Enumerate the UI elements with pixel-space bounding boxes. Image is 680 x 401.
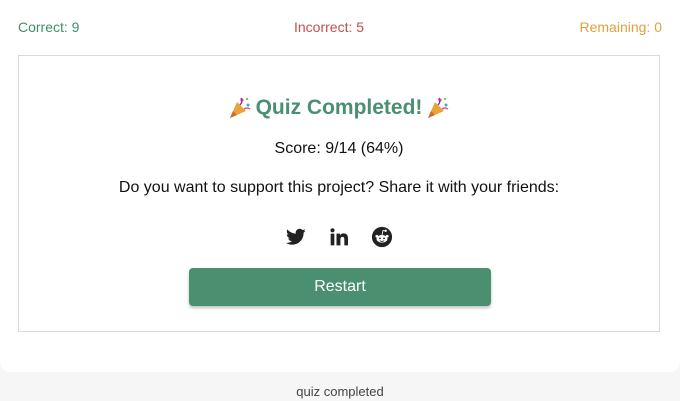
remaining-count: Remaining: 0	[579, 19, 663, 35]
quiz-card: Correct: 9 Incorrect: 5 Remaining: 0 Qui…	[0, 0, 680, 372]
result-title-row: Quiz Completed!	[19, 93, 659, 123]
correct-count: Correct: 9	[18, 19, 80, 35]
reddit-icon[interactable]	[371, 226, 393, 248]
image-caption: quiz completed	[296, 384, 384, 399]
party-popper-icon	[426, 96, 450, 120]
linkedin-icon[interactable]	[328, 226, 350, 248]
score-text: Score: 9/14 (64%)	[274, 140, 404, 157]
incorrect-count: Incorrect: 5	[294, 19, 365, 35]
party-popper-icon	[228, 96, 252, 120]
twitter-icon[interactable]	[285, 226, 307, 248]
result-panel: Quiz Completed! Score: 9/14 (64%) Do you…	[18, 55, 660, 332]
result-title: Quiz Completed!	[255, 96, 423, 119]
share-buttons	[19, 226, 659, 250]
stats-bar: Correct: 9 Incorrect: 5 Remaining: 0	[18, 19, 662, 39]
restart-button[interactable]: Restart	[189, 268, 491, 306]
support-text: Do you want to support this project? Sha…	[118, 179, 560, 196]
